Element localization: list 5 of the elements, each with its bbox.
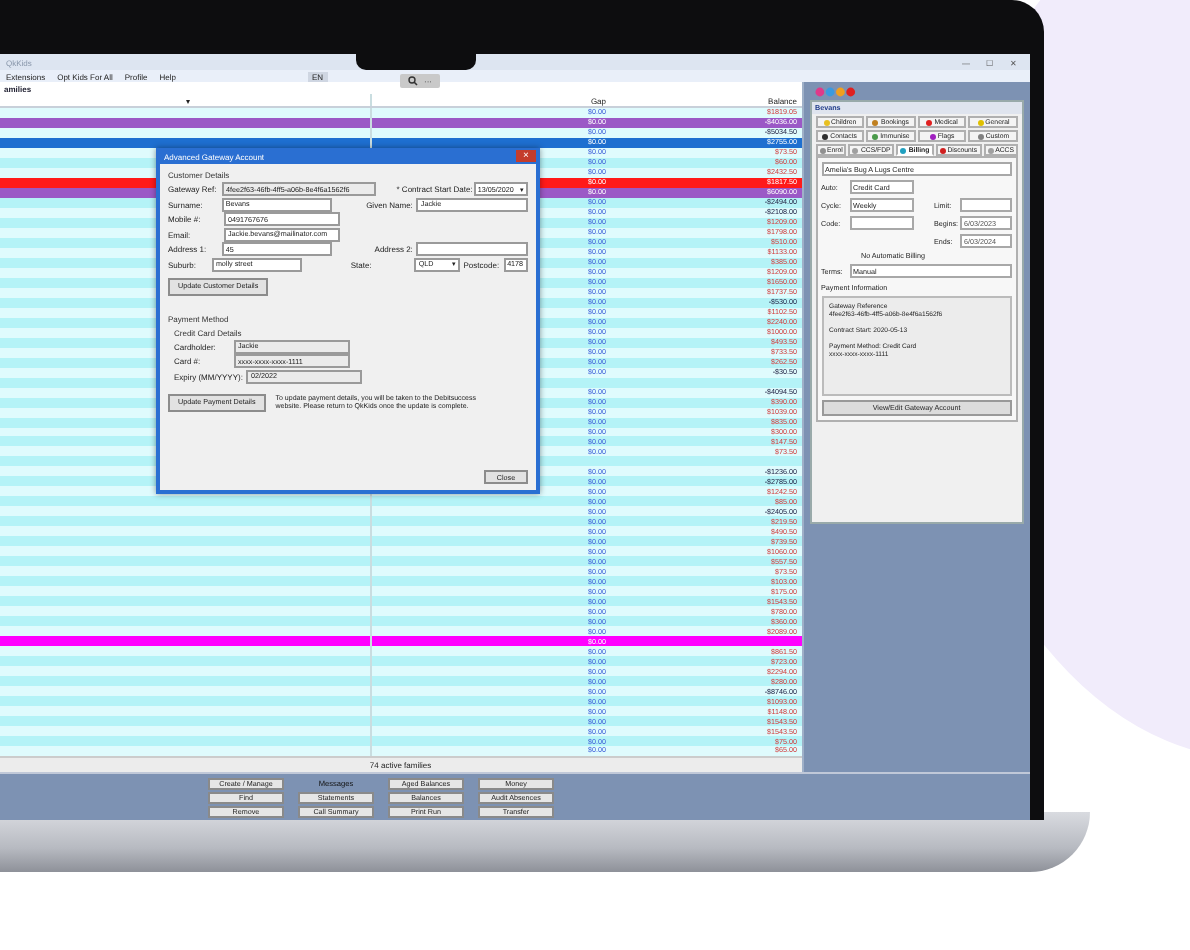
limit-field[interactable] <box>960 198 1012 212</box>
address-field[interactable] <box>416 242 528 256</box>
logo-icon <box>813 85 858 97</box>
code-field[interactable] <box>849 216 914 230</box>
search-icon <box>408 76 418 86</box>
